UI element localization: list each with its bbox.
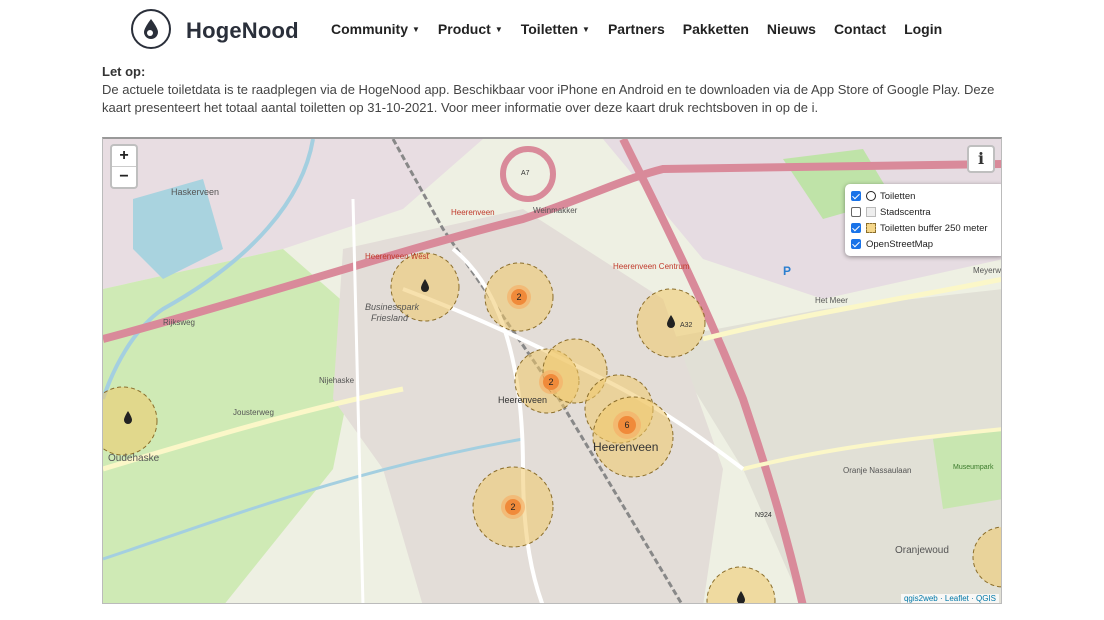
nav-item-toiletten[interactable]: Toiletten ▼ [521, 21, 590, 37]
notice: Let op: De actuele toiletdata is te raad… [102, 63, 1002, 117]
place-label: Nijehaske [319, 376, 355, 385]
place-label: Heerenveen [593, 440, 658, 454]
cluster-count: 2 [516, 292, 521, 302]
layer-checkbox[interactable] [851, 191, 861, 201]
caret-down-icon: ▼ [582, 25, 590, 34]
cluster-marker[interactable]: 6 [613, 411, 641, 439]
map-attribution[interactable]: qgis2web · Leaflet · QGIS [900, 594, 999, 603]
place-label: Heerenveen [498, 395, 547, 405]
cluster-count: 6 [624, 420, 629, 430]
layer-row-buffer[interactable]: Toiletten buffer 250 meter [851, 220, 999, 236]
layer-control: Toiletten Stadscentra Toiletten buffer 2… [845, 184, 1001, 256]
city-swatch-icon [866, 207, 876, 217]
info-button[interactable]: i [967, 145, 995, 173]
notice-title: Let op: [102, 64, 146, 79]
logo[interactable] [131, 9, 171, 49]
brand-name[interactable]: HogeNood [186, 18, 299, 44]
place-label: Heerenveen Centrum [613, 262, 690, 271]
drop-logo-icon [144, 19, 158, 39]
nav-item-contact[interactable]: Contact [834, 21, 886, 37]
cluster-marker[interactable]: 2 [501, 495, 525, 519]
road-label: A7 [521, 170, 530, 177]
cluster-marker[interactable]: 2 [507, 285, 531, 309]
layer-checkbox[interactable] [851, 207, 861, 217]
cluster-count: 2 [510, 502, 515, 512]
road-label: Het Meer [815, 296, 848, 305]
place-label: Businesspark [365, 302, 420, 312]
zoom-control: + − [110, 144, 138, 189]
nav-item-community[interactable]: Community ▼ [331, 21, 420, 37]
layer-label: Toiletten [880, 190, 916, 202]
layer-checkbox[interactable] [851, 239, 861, 249]
nav-item-pakketten[interactable]: Pakketten [683, 21, 749, 37]
layer-label: Stadscentra [880, 206, 931, 218]
road-label: Oranje Nassaulaan [843, 466, 911, 475]
cluster-count: 2 [548, 377, 553, 387]
cluster-marker[interactable]: 2 [539, 370, 563, 394]
place-label: Heerenveen West [365, 252, 430, 261]
site-header: HogeNood Community ▼ Product ▼ Toiletten ▼ … [0, 0, 1104, 60]
layer-row-toiletten[interactable]: Toiletten [851, 188, 999, 204]
place-label: Heerenveen [451, 208, 495, 217]
nav-item-partners[interactable]: Partners [608, 21, 665, 37]
nav-item-product[interactable]: Product ▼ [438, 21, 503, 37]
place-label: Museumpark [953, 464, 994, 471]
nav-item-login[interactable]: Login [904, 21, 942, 37]
road-label: Jousterweg [233, 408, 274, 417]
drop-icon [866, 191, 876, 201]
place-label: Oudehaske [108, 453, 160, 464]
zoom-in-button[interactable]: + [112, 146, 136, 166]
buffer-swatch-icon [866, 223, 876, 233]
place-label: Oranjewoud [895, 545, 949, 556]
layer-row-stadscentra[interactable]: Stadscentra [851, 204, 999, 220]
caret-down-icon: ▼ [412, 25, 420, 34]
parking-icon: P [783, 264, 791, 278]
place-label: Friesland [371, 313, 409, 323]
caret-down-icon: ▼ [494, 25, 503, 34]
place-label: Haskerveen [171, 187, 219, 197]
layer-checkbox[interactable] [851, 223, 861, 233]
road-label: Weinmakker [533, 206, 578, 215]
zoom-out-button[interactable]: − [112, 166, 136, 187]
layer-label: Toiletten buffer 250 meter [880, 222, 988, 234]
layer-row-openstreetmap[interactable]: OpenStreetMap [851, 236, 999, 252]
notice-body: De actuele toiletdata is te raadplegen v… [102, 82, 995, 115]
map[interactable]: 2 2 6 2 Haskerveen Heerenveen West Busin… [102, 137, 1002, 604]
nav-item-nieuws[interactable]: Nieuws [767, 21, 816, 37]
road-label: Rijksweg [163, 318, 195, 327]
road-label: A32 [680, 322, 693, 329]
road-label: N924 [755, 512, 772, 519]
main-nav: Community ▼ Product ▼ Toiletten ▼ Partners … [331, 21, 960, 37]
road-label: Meyerweg [973, 266, 1002, 275]
layer-label: OpenStreetMap [866, 238, 934, 250]
